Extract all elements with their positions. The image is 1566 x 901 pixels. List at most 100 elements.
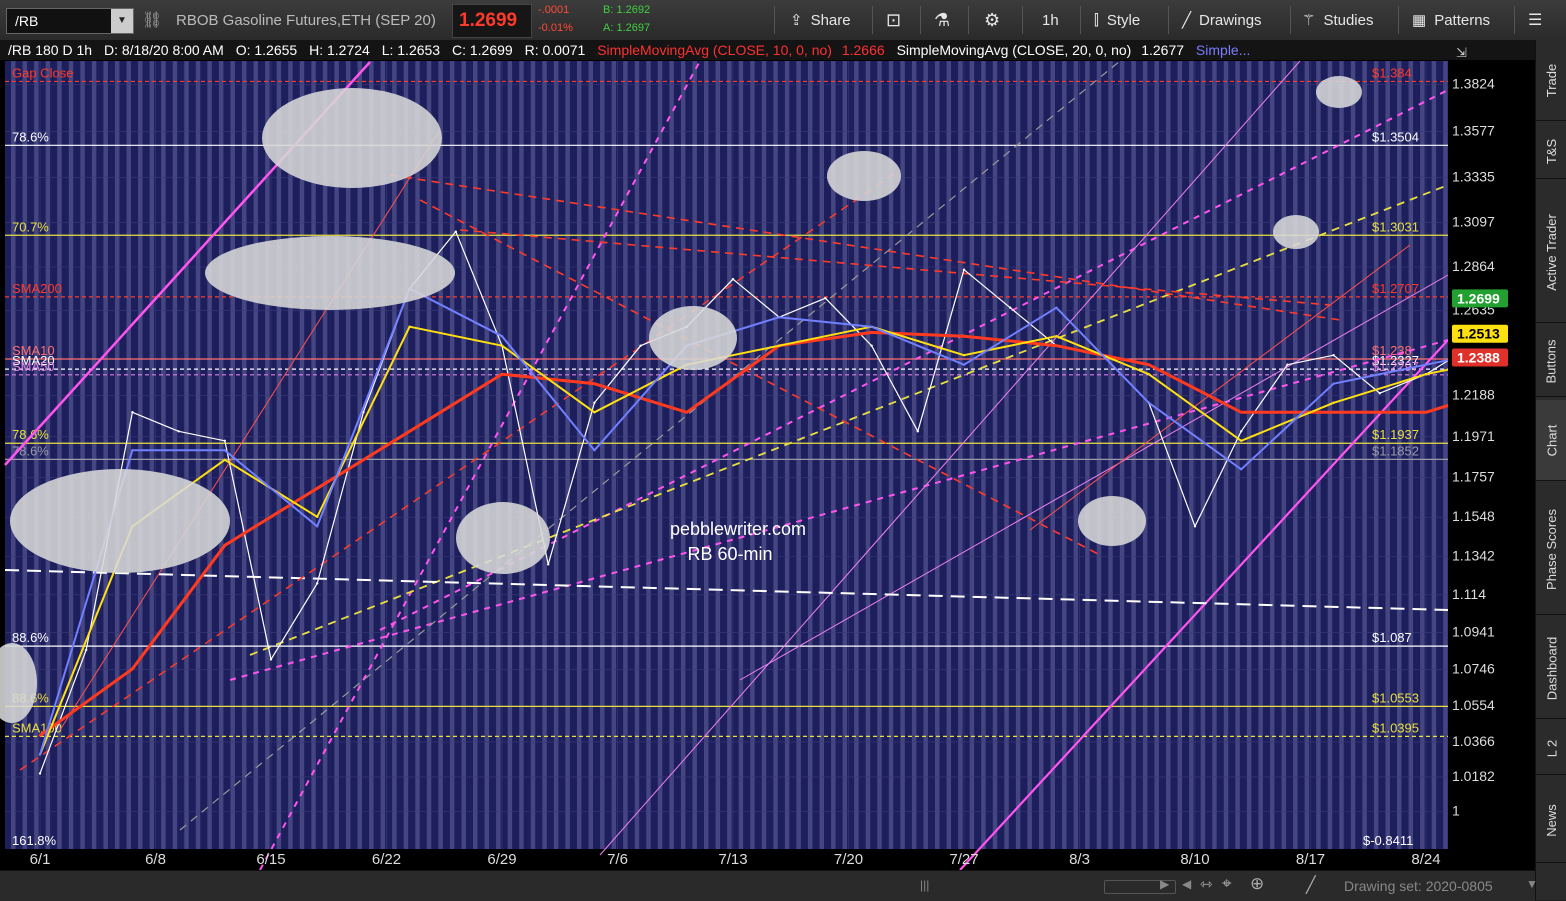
session-stripe [507,61,513,849]
side-tab-label: Chart [1544,424,1560,456]
header-sma20: SimpleMovingAvg (CLOSE, 20, 0, no) [897,42,1132,58]
session-stripe [1223,61,1229,849]
session-stripe [623,61,628,849]
session-stripe [1293,61,1298,849]
scroll-left-icon[interactable]: ◀ [1182,877,1191,891]
session-stripe [738,61,744,849]
series-point [547,563,550,566]
header-high: H: 1.2724 [309,42,370,58]
series-point [1009,306,1012,309]
y-tick-label: 1.0366 [1452,733,1495,749]
ask-price: A: 1.2697 [603,22,651,34]
side-tab-phase-scores[interactable]: Phase Scores [1536,484,1566,615]
series-point [223,544,226,547]
studies-icon: ⚚ [1302,12,1316,29]
session-stripe [276,61,282,849]
session-stripe [750,61,755,849]
series-point [1055,335,1058,338]
symbol-selector[interactable]: /RB ▼ [6,8,134,34]
drawing-set-label[interactable]: Drawing set: 2020-0805 [1344,878,1493,894]
studies-button[interactable]: ⚚ Studies [1302,0,1374,40]
session-stripe [1362,61,1367,849]
side-tab-buttons[interactable]: Buttons [1536,326,1566,397]
series-point [870,344,873,347]
draw-line-icon[interactable]: ╱ [1306,875,1316,895]
side-tab-dashboard[interactable]: Dashboard [1536,618,1566,719]
series-point [316,487,319,490]
flask-icon[interactable]: ⚗ [934,0,950,40]
patterns-label: Patterns [1434,11,1491,29]
share-button[interactable]: ⇪ Share [790,0,851,40]
series-point [316,515,319,519]
session-stripe [461,61,466,849]
expand-icon[interactable]: ⇿ [1200,875,1213,893]
header-sma10: SimpleMovingAvg (CLOSE, 10, 0, no) [597,42,832,58]
session-stripe [149,61,155,849]
session-stripe [969,61,975,849]
series-point [500,344,504,347]
y-tick-label: 1.2188 [1452,387,1495,403]
series-point [962,335,966,338]
session-stripe [1189,61,1194,849]
level-label-left: 78.6% [12,427,49,442]
chart-area[interactable]: Gap Close $1.384 78.6% $1.3504 70.7% $1.3031 S… [0,40,1566,871]
chevron-down-icon[interactable]: ▼ [1526,877,1538,891]
price-chart[interactable]: Gap Close $1.384 78.6% $1.3504 70.7% $1.3031 S… [0,40,1566,871]
series-point [593,449,596,452]
menu-icon[interactable]: ☰ [1528,0,1542,40]
series-point [1240,439,1243,442]
side-tab-label: Dashboard [1544,636,1560,700]
session-stripe [1108,61,1113,849]
series-point [316,525,319,528]
timeframe-button[interactable]: 1h [1042,0,1059,40]
header-info: /RB 180 D 1h D: 8/18/20 8:00 AM O: 1.265… [8,42,1250,58]
series-point [177,430,180,433]
session-stripe [646,61,651,849]
crosshair-icon[interactable]: ⌖ [1222,874,1232,894]
session-stripe [265,61,270,849]
series-point [408,430,411,433]
header-sma-more: Simple... [1196,42,1250,58]
session-stripe [981,61,986,849]
side-tab-active-trader[interactable]: Active Trader [1536,182,1566,323]
session-stripe [91,61,97,849]
series-point [223,458,226,461]
side-tab-trade[interactable]: Trade [1536,40,1566,121]
drawings-button[interactable]: ╱ Drawings [1182,0,1262,40]
highlight-ellipse [10,469,230,573]
y-tick-label: 1.0554 [1452,697,1495,713]
side-tab-chart[interactable]: Chart [1536,400,1566,481]
series-point [962,354,966,357]
session-stripe [680,61,686,849]
session-stripe [161,61,166,849]
session-stripe [761,61,767,849]
link-icon[interactable]: ⛓ [142,0,162,40]
chart-settings-icon[interactable]: ⊡ [886,0,901,40]
y-tick-label: 1.3824 [1452,76,1495,92]
style-button[interactable]: ⫿ Style [1094,0,1140,40]
scroll-handle-icon[interactable]: ||| [920,878,929,892]
patterns-button[interactable]: ▦ Patterns [1412,0,1490,40]
series-point [778,316,781,319]
series-point [85,648,88,652]
zoom-icon[interactable]: ⊕ [1250,874,1264,894]
side-tab-label: Active Trader [1544,213,1559,291]
y-tick-label: 1.1548 [1452,508,1495,524]
side-tab-news[interactable]: News [1536,778,1566,863]
last-price: 1.2699 [459,10,518,31]
side-tab-t-s[interactable]: T&S [1536,124,1566,179]
side-tab-l-2[interactable]: L 2 [1536,722,1566,775]
session-stripe [1073,61,1079,849]
session-stripe [1350,61,1356,849]
highlight-ellipse [262,88,442,188]
level-label-right: $1.087 [1372,630,1412,645]
session-stripe [565,61,570,849]
series-point [870,331,873,334]
scroll-right-icon[interactable]: ▶ [1160,877,1169,891]
chevron-down-icon[interactable]: ▼ [111,9,133,33]
session-stripe [807,61,813,849]
x-tick-label: 7/20 [834,851,863,868]
series-point [1286,363,1289,366]
gear-icon[interactable]: ⚙ [984,0,1000,40]
side-tab-label: Phase Scores [1544,508,1559,590]
